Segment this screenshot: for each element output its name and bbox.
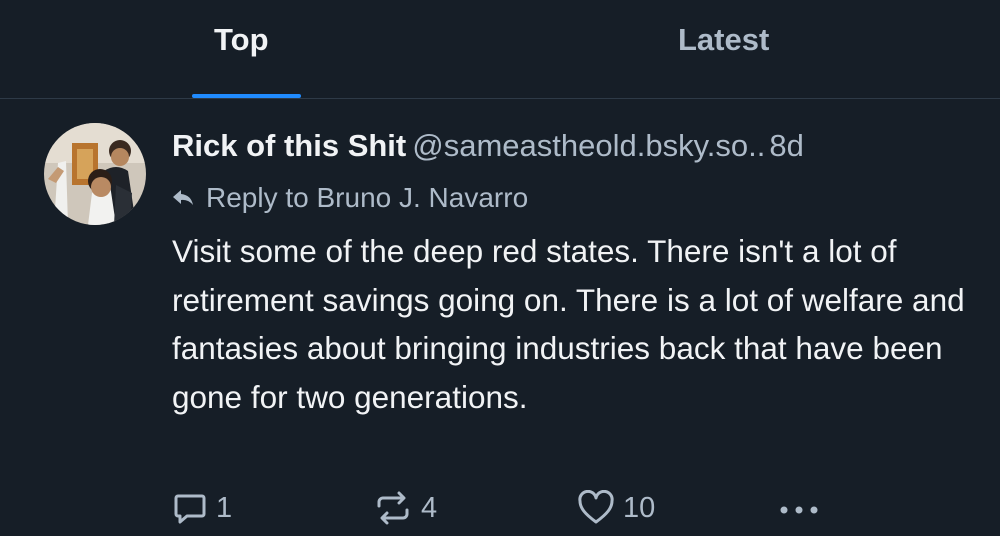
tab-latest[interactable]: Latest [678, 22, 769, 58]
avatar-image [44, 123, 146, 225]
speech-bubble-icon [174, 494, 206, 524]
heart-icon [578, 490, 614, 524]
active-tab-indicator [192, 94, 301, 98]
repost-count: 4 [421, 491, 438, 524]
more-options-button[interactable] [775, 488, 831, 528]
post-text: Visit some of the deep red states. There… [172, 233, 965, 415]
like-button[interactable]: 10 [577, 488, 655, 528]
post-header: Rick of this Shit @sameastheold.bsky.so..… [172, 126, 804, 166]
author-name[interactable]: Rick of this Shit [172, 128, 406, 163]
like-count: 10 [623, 491, 656, 524]
post-timestamp[interactable]: 8d [769, 128, 803, 163]
post-actions: 1 4 10 [0, 488, 1000, 528]
repost-button[interactable]: 4 [373, 488, 437, 528]
author-handle[interactable]: @sameastheold.bsky.so.. [412, 128, 765, 163]
reply-button[interactable]: 1 [172, 488, 232, 528]
tab-top[interactable]: Top [214, 22, 269, 58]
reply-context[interactable]: Reply to Bruno J. Navarro [172, 180, 528, 216]
feed-tabs: Top Latest [0, 0, 1000, 99]
ellipsis-icon [780, 506, 818, 514]
reply-arrow-icon [173, 190, 193, 205]
repost-arrows-icon [377, 491, 409, 525]
reply-count: 1 [216, 491, 233, 524]
reply-to-label: Reply to Bruno J. Navarro [206, 182, 529, 213]
avatar[interactable] [44, 123, 146, 225]
